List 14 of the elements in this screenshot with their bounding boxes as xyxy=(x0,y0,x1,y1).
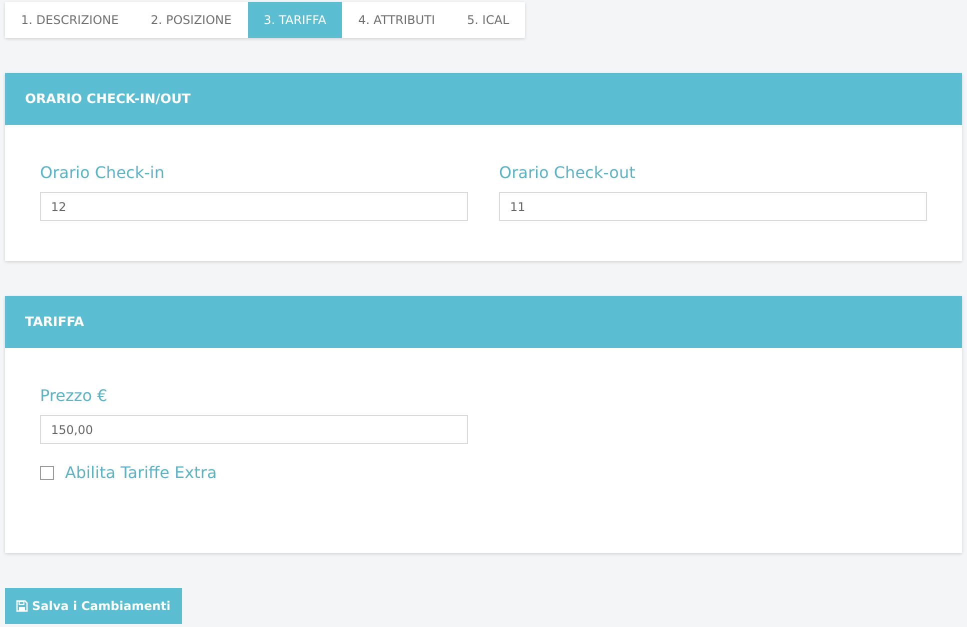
field-label: Orario Check-out xyxy=(499,163,636,182)
tab[interactable]: 2. POSIZIONE xyxy=(134,2,248,38)
field-label: Prezzo € xyxy=(40,386,108,405)
tab[interactable]: 1. DESCRIZIONE xyxy=(5,2,135,38)
panel-title: ORARIO CHECK-IN/OUT xyxy=(25,92,191,106)
tab[interactable]: 4. ATTRIBUTI xyxy=(342,2,452,38)
input-field[interactable]: 12 xyxy=(40,192,468,221)
panel-title: TARIFFA xyxy=(25,314,84,330)
field-label: Orario Check-in xyxy=(40,163,166,182)
input-field[interactable]: 150,00 xyxy=(40,415,468,444)
tab[interactable]: 5. ICAL xyxy=(451,2,526,38)
checkbox-label: Abilita Tariffe Extra xyxy=(65,463,217,482)
checkbox[interactable] xyxy=(40,466,54,480)
input-field[interactable]: 11 xyxy=(499,192,927,221)
